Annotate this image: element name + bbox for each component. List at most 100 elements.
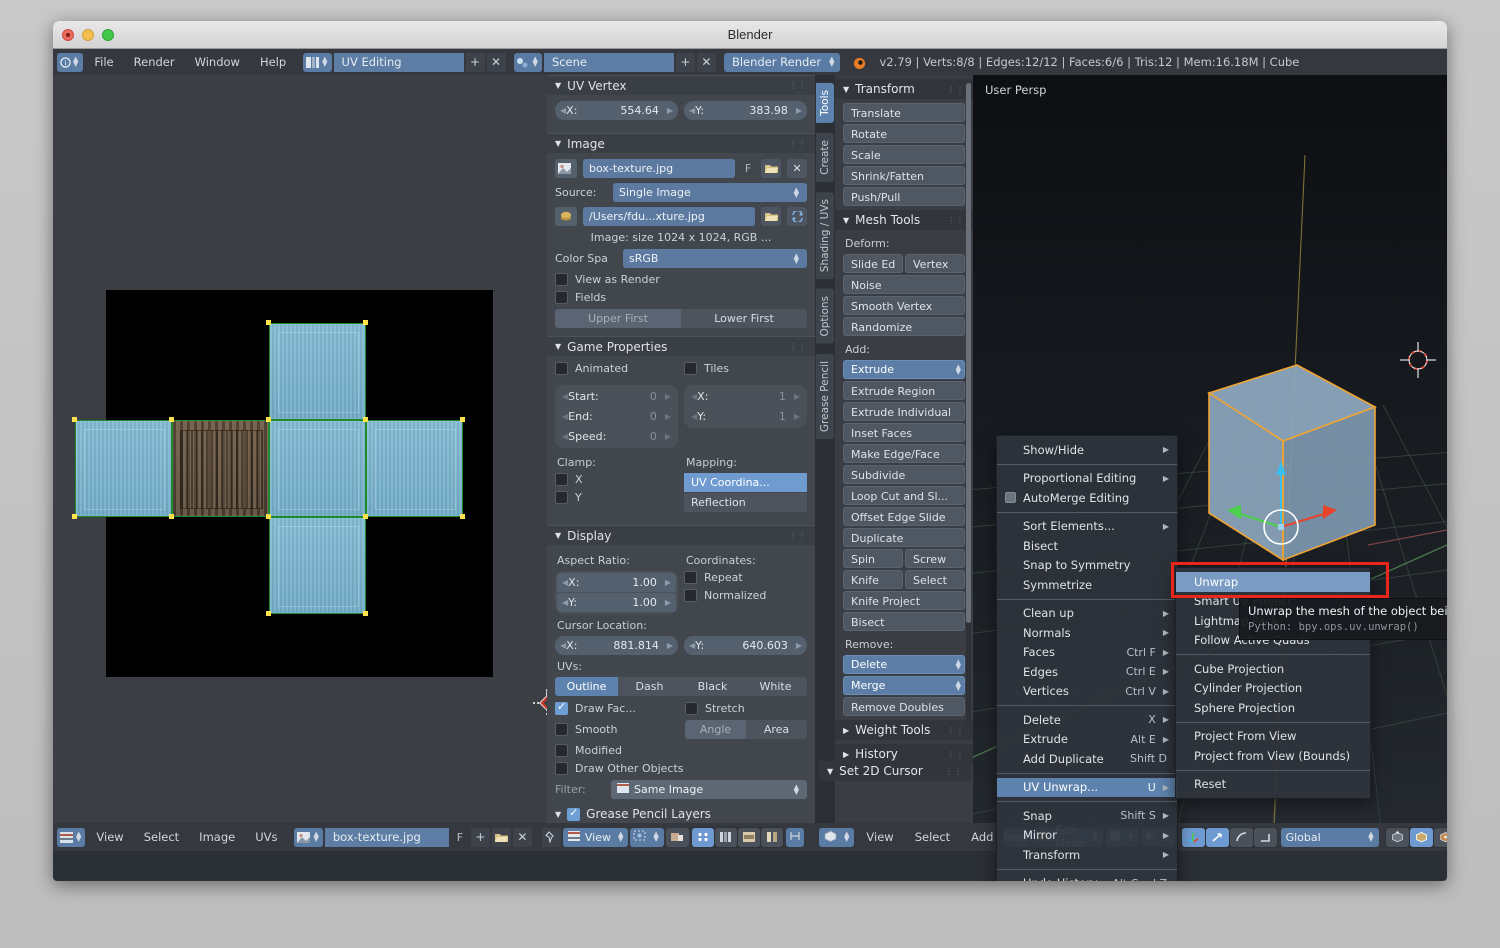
- menu-item-symmetrize[interactable]: Symmetrize: [997, 575, 1177, 595]
- chevron-right-icon[interactable]: ▶: [665, 598, 671, 607]
- filter-select[interactable]: Same Image ▲ ▼: [611, 780, 807, 799]
- uv-vertex[interactable]: [363, 611, 368, 616]
- chevron-right-icon[interactable]: ▶: [667, 641, 673, 650]
- draw-faces-checkbox[interactable]: [555, 700, 568, 715]
- menu-item-show-hide[interactable]: Show/Hide ▶: [997, 440, 1177, 460]
- sticky-shared-location-button[interactable]: [691, 827, 714, 847]
- clamp-x-row[interactable]: X: [555, 473, 678, 486]
- open-image-button[interactable]: [761, 159, 781, 178]
- mapping-options[interactable]: UV Coordina... Reflection: [684, 473, 807, 512]
- uv-canvas[interactable]: [53, 75, 547, 823]
- tile-y-field[interactable]: ◀ Y: 1 ▶: [686, 407, 805, 426]
- submenu-item-project-from-view[interactable]: Project From View: [1176, 727, 1370, 747]
- smooth-vertex-button[interactable]: Smooth Vertex: [843, 296, 965, 315]
- tab-options[interactable]: Options: [816, 288, 834, 344]
- duplicate-button[interactable]: Duplicate: [843, 528, 965, 547]
- bisect-button[interactable]: Bisect: [843, 612, 965, 631]
- tool-shelf-scrollbar[interactable]: [966, 83, 971, 723]
- panel-header-uv-vertex[interactable]: ▼ UV Vertex ⋮⋮: [547, 75, 815, 95]
- deform-pair[interactable]: Slide Ed Vertex: [843, 254, 965, 273]
- scene-name[interactable]: Scene: [543, 52, 674, 72]
- image-datablock-icon[interactable]: [555, 159, 577, 178]
- chevron-right-icon[interactable]: ▶: [665, 392, 671, 401]
- manipulator-translate-button[interactable]: [1205, 827, 1229, 847]
- uv-vertex[interactable]: [363, 417, 368, 422]
- smooth-row[interactable]: Smooth: [555, 723, 679, 736]
- knife-select-pair[interactable]: Knife Select: [843, 570, 965, 589]
- field-order-lower-first[interactable]: Lower First: [681, 309, 807, 328]
- modified-checkbox[interactable]: [555, 744, 568, 757]
- menu-item-normals[interactable]: Normals ▶: [997, 623, 1177, 643]
- uv-vertex[interactable]: [266, 320, 271, 325]
- image-datablock-name[interactable]: box-texture.jpg: [583, 159, 735, 178]
- menu-item-add-duplicate[interactable]: Add Duplicate Shift D: [997, 749, 1177, 769]
- uv-vertex[interactable]: [72, 514, 77, 519]
- image-footer-menu-select[interactable]: Select: [135, 827, 188, 847]
- extrude-dropdown[interactable]: Extrude ▲ ▼: [843, 360, 965, 379]
- remove-doubles-button[interactable]: Remove Doubles: [843, 697, 965, 716]
- make-edge-face-button[interactable]: Make Edge/Face: [843, 444, 965, 463]
- transform-orientation-selector[interactable]: Global ▲ ▼: [1280, 827, 1379, 847]
- menu-file[interactable]: File: [85, 52, 122, 72]
- delete-layout-button[interactable]: ✕: [486, 52, 506, 72]
- panel-header-weight-tools[interactable]: ▶ Weight Tools ⋮⋮: [835, 720, 973, 740]
- mapping-option-uv-coordinates[interactable]: UV Coordina...: [684, 473, 807, 492]
- uv-face-left[interactable]: [75, 420, 172, 517]
- menu-item-delete[interactable]: Delete X ▶: [997, 710, 1177, 730]
- image-fake-user-label[interactable]: F: [741, 162, 755, 175]
- submenu-item-cylinder-projection[interactable]: Cylinder Projection: [1176, 679, 1370, 699]
- uv-face-back[interactable]: [269, 420, 366, 517]
- cursor-y-field[interactable]: ◀ Y: 640.603 ▶: [684, 636, 807, 655]
- uv-vertex[interactable]: [363, 514, 368, 519]
- unlink-image-button[interactable]: ✕: [512, 827, 532, 847]
- transform-manipulator[interactable]: [1223, 455, 1353, 575]
- knife-project-button[interactable]: Knife Project: [843, 591, 965, 610]
- footer-image-name[interactable]: box-texture.jpg: [324, 827, 449, 847]
- image-footer-menu-uvs[interactable]: UVs: [246, 827, 286, 847]
- panel-header-image[interactable]: ▼ Image ⋮⋮: [547, 133, 815, 153]
- uv-face-top[interactable]: [269, 323, 366, 420]
- tiles-checkbox[interactable]: [684, 362, 697, 375]
- field-order-upper-first[interactable]: Upper First: [555, 309, 681, 328]
- uv-vertex[interactable]: [72, 417, 77, 422]
- uv-vertex[interactable]: [460, 417, 465, 422]
- image-footer-menu-view[interactable]: View: [87, 827, 132, 847]
- screen-layout-name[interactable]: UV Editing: [333, 52, 464, 72]
- tiles-row[interactable]: Tiles: [684, 362, 807, 375]
- uv-vertex[interactable]: [266, 611, 271, 616]
- delete-dropdown[interactable]: Delete ▲ ▼: [843, 655, 965, 674]
- image-source-select[interactable]: Single Image ▲ ▼: [613, 183, 807, 202]
- stretch-type-segment[interactable]: Angle Area: [685, 720, 807, 739]
- manipulator-scale-button[interactable]: [1253, 827, 1277, 847]
- submenu-item-unwrap[interactable]: Unwrap: [1176, 572, 1370, 592]
- noise-button[interactable]: Noise: [843, 275, 965, 294]
- uv-style-white[interactable]: White: [744, 677, 807, 696]
- uv-style-black[interactable]: Black: [681, 677, 744, 696]
- uv-vertex-x-field[interactable]: ◀ X: 554.64 ▶: [555, 101, 678, 120]
- mesh-context-menu[interactable]: Show/Hide ▶ Proportional Editing ▶ AutoMer…: [996, 435, 1178, 881]
- menu-item-sort-elements[interactable]: Sort Elements... ▶: [997, 517, 1177, 537]
- image-filepath-field[interactable]: /Users/fdu...xture.jpg: [583, 207, 755, 226]
- menu-item-automerge-editing[interactable]: AutoMerge Editing: [997, 488, 1177, 508]
- chevron-right-icon[interactable]: ▶: [665, 578, 671, 587]
- field-order-segment[interactable]: Upper First Lower First: [555, 309, 807, 328]
- extrude-individual-button[interactable]: Extrude Individual: [843, 402, 965, 421]
- chevron-right-icon[interactable]: ▶: [796, 641, 802, 650]
- stretch-type-angle[interactable]: Angle: [685, 720, 746, 739]
- open-image-button[interactable]: [491, 827, 511, 847]
- menu-item-extrude[interactable]: Extrude Alt E ▶: [997, 730, 1177, 750]
- uv-face-right[interactable]: [366, 420, 463, 517]
- uv-face-bottom[interactable]: [269, 517, 366, 614]
- automerge-checkbox[interactable]: [1005, 492, 1016, 503]
- repeat-row[interactable]: Repeat: [684, 571, 807, 584]
- blender-menu-icon[interactable]: i ▲ ▼: [57, 52, 84, 72]
- animated-row[interactable]: Animated: [555, 362, 678, 375]
- screen-layout-selector[interactable]: ▲ ▼: [303, 52, 332, 72]
- manipulator-rotate-button[interactable]: [1229, 827, 1253, 847]
- submenu-item-project-from-view-bounds[interactable]: Project from View (Bounds): [1176, 746, 1370, 766]
- render-engine-selector[interactable]: Blender Render ▲ ▼: [723, 52, 841, 72]
- normalized-row[interactable]: Normalized: [684, 589, 807, 602]
- menu-item-proportional-editing[interactable]: Proportional Editing ▶: [997, 469, 1177, 489]
- image-footer-menu-image[interactable]: Image: [190, 827, 244, 847]
- close-window-button[interactable]: [62, 29, 74, 41]
